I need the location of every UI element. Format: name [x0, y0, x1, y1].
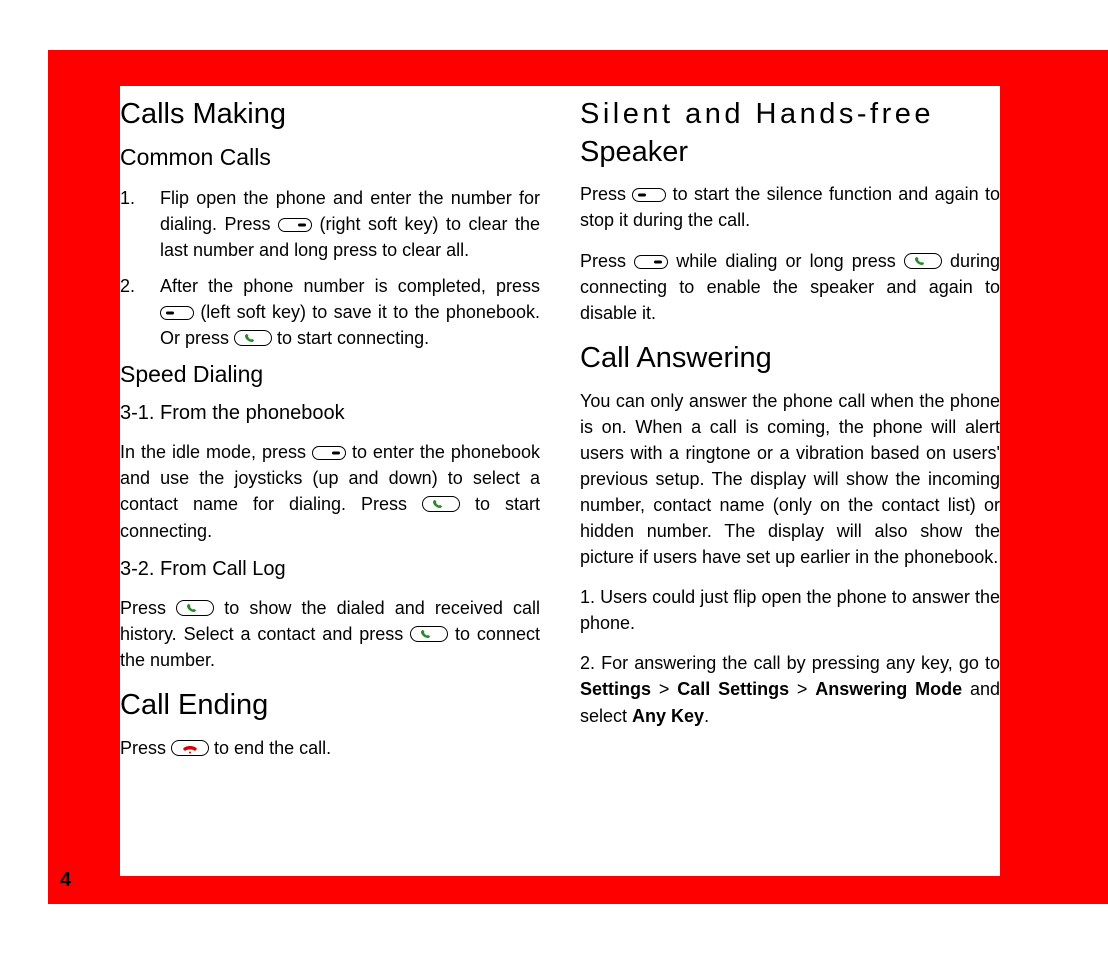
list-number: 2.: [120, 273, 160, 351]
text: In the idle mode, press: [120, 442, 312, 462]
bold-call-settings: Call Settings: [677, 679, 789, 699]
paragraph-from-phonebook: In the idle mode, press to enter the pho…: [120, 439, 540, 543]
heading-call-ending: Call Ending: [120, 687, 540, 725]
text: >: [651, 679, 677, 699]
text: Press: [580, 251, 634, 271]
call-key-icon: [234, 330, 272, 346]
text: to end the call.: [214, 738, 331, 758]
call-key-icon: [422, 496, 460, 512]
common-calls-list: 1. Flip open the phone and enter the num…: [120, 185, 540, 352]
text: .: [704, 706, 709, 726]
right-soft-key-icon: [278, 218, 312, 232]
heading-calls-making: Calls Making: [120, 96, 540, 134]
text: Press: [120, 598, 176, 618]
left-soft-key-icon: [160, 306, 194, 320]
heading-from-call-log: 3-2. From Call Log: [120, 558, 540, 581]
bold-settings: Settings: [580, 679, 651, 699]
text: Speaker: [580, 136, 688, 168]
left-soft-key-icon: [632, 188, 666, 202]
end-key-icon: [171, 740, 209, 756]
page-content: Calls Making Common Calls 1. Flip open t…: [120, 86, 1000, 876]
call-key-icon: [410, 626, 448, 642]
paragraph-answer-1: 1. Users could just flip open the phone …: [580, 584, 1000, 636]
heading-silent-handsfree: Silent and Hands-free Speaker: [580, 96, 1000, 171]
list-item: 1. Flip open the phone and enter the num…: [120, 185, 540, 263]
text: Press: [580, 184, 632, 204]
text: Silent and Hands-free: [580, 98, 934, 130]
list-item: 2. After the phone number is completed, …: [120, 273, 540, 351]
heading-speed-dialing: Speed Dialing: [120, 361, 540, 388]
right-soft-key-icon: [312, 446, 346, 460]
list-number: 1.: [120, 185, 160, 263]
paragraph-call-ending: Press to end the call.: [120, 735, 540, 761]
left-column: Calls Making Common Calls 1. Flip open t…: [120, 96, 540, 876]
heading-common-calls: Common Calls: [120, 144, 540, 171]
paragraph-silent-2: Press while dialing or long press during…: [580, 248, 1000, 326]
text: while dialing or long press: [676, 251, 904, 271]
call-key-icon: [176, 600, 214, 616]
bold-any-key: Any Key: [632, 706, 704, 726]
list-body: After the phone number is completed, pre…: [160, 273, 540, 351]
right-column: Silent and Hands-free Speaker Press to s…: [580, 96, 1000, 876]
text: to start connecting.: [277, 328, 429, 348]
paragraph-from-call-log: Press to show the dialed and received ca…: [120, 595, 540, 673]
heading-call-answering: Call Answering: [580, 340, 1000, 378]
page-number: 4: [60, 869, 71, 892]
paragraph-answer-intro: You can only answer the phone call when …: [580, 388, 1000, 571]
heading-from-phonebook: 3-1. From the phonebook: [120, 402, 540, 425]
call-key-icon: [904, 253, 942, 269]
right-soft-key-icon: [634, 255, 668, 269]
text: After the phone number is completed, pre…: [160, 276, 540, 296]
list-body: Flip open the phone and enter the number…: [160, 185, 540, 263]
text: >: [789, 679, 815, 699]
paragraph-answer-2: 2. For answering the call by pressing an…: [580, 650, 1000, 728]
paragraph-silent-1: Press to start the silence function and …: [580, 181, 1000, 233]
bold-answering-mode: Answering Mode: [815, 679, 962, 699]
text: 2. For answering the call by pressing an…: [580, 653, 1000, 673]
text: Press: [120, 738, 171, 758]
